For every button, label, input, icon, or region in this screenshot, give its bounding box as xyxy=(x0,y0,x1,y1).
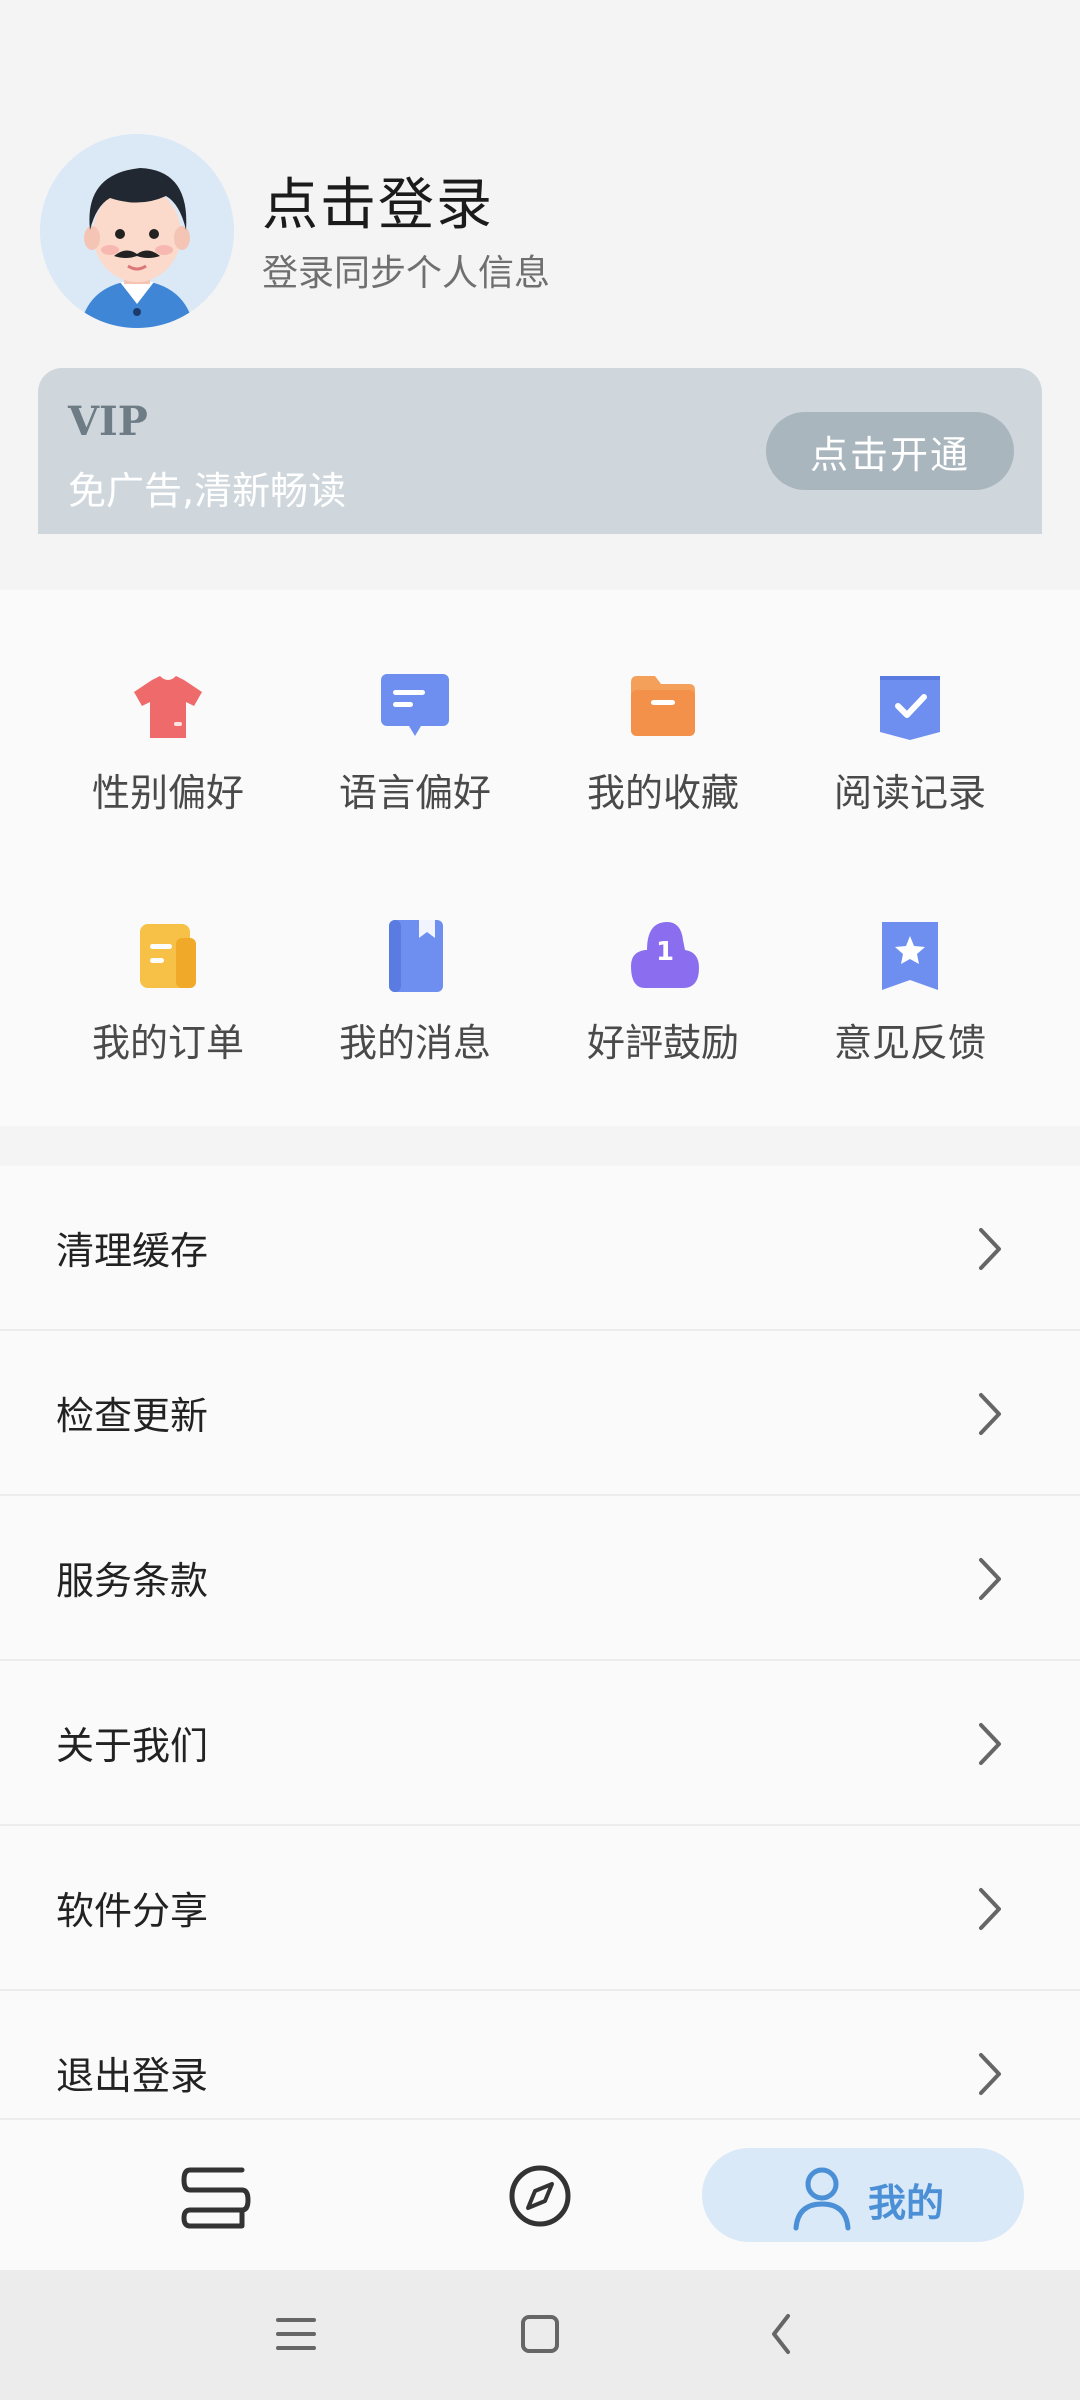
avatar[interactable] xyxy=(40,134,234,328)
folder-icon xyxy=(631,676,695,736)
tab-me-label: 我的 xyxy=(868,2181,945,2225)
grid-item-rating[interactable]: 1 好評鼓励 xyxy=(533,916,793,1106)
document-icon xyxy=(140,924,196,988)
avatar-illustration-icon xyxy=(40,134,234,328)
vip-card[interactable]: VIP 免广告,清新畅读 点击开通 xyxy=(38,368,1042,534)
grid-item-my-messages[interactable]: 我的消息 xyxy=(285,916,545,1106)
vip-label: VIP xyxy=(68,398,148,445)
grid-label: 阅读记录 xyxy=(833,771,986,815)
grid-item-my-orders[interactable]: 我的订单 xyxy=(38,916,298,1106)
grid-item-gender-preference[interactable]: 性别偏好 xyxy=(38,666,298,856)
grid-item-feedback[interactable]: 意见反馈 xyxy=(780,916,1040,1106)
grid-item-language-preference[interactable]: 语言偏好 xyxy=(285,666,545,856)
grid-item-favorites[interactable]: 我的收藏 xyxy=(533,666,793,856)
list-item-clear-cache[interactable]: 清理缓存 xyxy=(0,1166,1080,1331)
rating-number-icon: 1 xyxy=(631,922,699,988)
tshirt-icon xyxy=(134,676,202,738)
settings-list: 清理缓存 检查更新 服务条款 关于我们 软件分享 退出登录 xyxy=(0,1166,1080,2118)
bookshelf-icon xyxy=(181,2167,251,2229)
chevron-right-icon xyxy=(979,2053,1001,2095)
star-badge-icon xyxy=(882,922,938,990)
tab-discover[interactable] xyxy=(500,2150,580,2242)
grid-label: 语言偏好 xyxy=(338,771,491,815)
list-item-share-app[interactable]: 软件分享 xyxy=(0,1826,1080,1991)
tab-bookshelf[interactable] xyxy=(176,2150,256,2242)
list-item-label: 退出登录 xyxy=(56,2054,209,2098)
list-item-check-update[interactable]: 检查更新 xyxy=(0,1331,1080,1496)
list-item-label: 软件分享 xyxy=(56,1889,209,1933)
compass-icon xyxy=(509,2165,571,2227)
checkmark-shield-icon xyxy=(880,676,940,740)
bottom-tab-bar: 我的 xyxy=(0,2118,1080,2270)
chevron-right-icon xyxy=(979,1228,1001,1270)
profile-header: 点击登录 登录同步个人信息 VIP 免广告,清新畅读 点击开通 xyxy=(0,0,1080,590)
grid-label: 我的消息 xyxy=(338,1021,491,1065)
grid-label: 我的订单 xyxy=(91,1021,244,1065)
chevron-right-icon xyxy=(979,1723,1001,1765)
grid-item-reading-history[interactable]: 阅读记录 xyxy=(780,666,1040,856)
chevron-right-icon xyxy=(979,1393,1001,1435)
back-icon[interactable] xyxy=(766,2312,796,2356)
menu-icon[interactable] xyxy=(274,2314,318,2354)
system-navigation-bar xyxy=(0,2270,1080,2400)
chevron-right-icon xyxy=(979,1558,1001,1600)
login-subtitle: 登录同步个人信息 xyxy=(262,253,551,294)
list-item-label: 关于我们 xyxy=(56,1724,209,1768)
login-title[interactable]: 点击登录 xyxy=(262,160,494,241)
list-item-label: 检查更新 xyxy=(56,1394,209,1438)
grid-label: 好評鼓励 xyxy=(586,1021,739,1065)
svg-text:1: 1 xyxy=(656,937,674,967)
activate-vip-button[interactable]: 点击开通 xyxy=(766,412,1014,490)
chat-bubble-icon xyxy=(381,674,449,736)
home-square-icon[interactable] xyxy=(518,2312,562,2356)
grid-label: 我的收藏 xyxy=(586,771,739,815)
feature-grid: 性别偏好 语言偏好 我的收藏 阅读记录 我的订单 我的消息 1 好評鼓励 意见反… xyxy=(0,590,1080,1126)
list-item-label: 服务条款 xyxy=(56,1559,209,1603)
grid-label: 意见反馈 xyxy=(833,1021,986,1065)
list-item-terms-of-service[interactable]: 服务条款 xyxy=(0,1496,1080,1661)
vip-description: 免广告,清新畅读 xyxy=(68,469,347,513)
list-item-about-us[interactable]: 关于我们 xyxy=(0,1661,1080,1826)
tab-me[interactable] xyxy=(702,2148,1024,2242)
chevron-right-icon xyxy=(979,1888,1001,1930)
list-item-label: 清理缓存 xyxy=(56,1229,209,1273)
grid-label: 性别偏好 xyxy=(91,771,244,815)
bookmark-book-icon xyxy=(389,920,443,992)
person-icon xyxy=(793,2167,851,2231)
